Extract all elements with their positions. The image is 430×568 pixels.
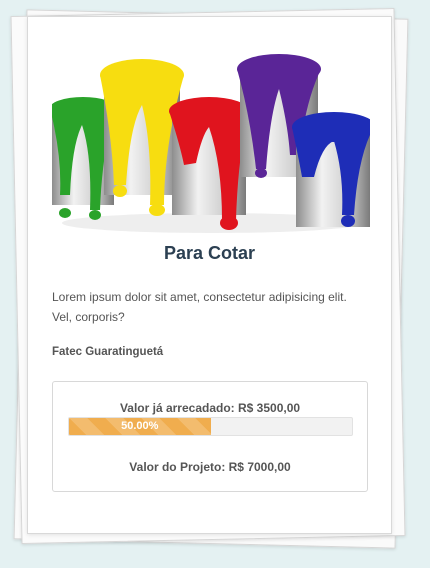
amount-raised: Valor já arrecadado: R$ 3500,00 <box>119 401 301 415</box>
paint-cans-image <box>52 45 370 235</box>
project-goal: Valor do Projeto: R$ 7000,00 <box>129 460 291 474</box>
project-card[interactable]: Para Cotar Lorem ipsum dolor sit amet, c… <box>27 16 392 534</box>
project-description: Lorem ipsum dolor sit amet, consectetur … <box>52 290 347 324</box>
funding-progress-bar: 50.00% <box>68 417 353 436</box>
project-organization: Fatec Guaratinguetá <box>52 346 164 358</box>
project-title[interactable]: Para Cotar <box>28 243 391 264</box>
funding-box: Valor já arrecadado: R$ 3500,00 50.00% V… <box>52 381 368 492</box>
progress-fill: 50.00% <box>69 418 211 435</box>
